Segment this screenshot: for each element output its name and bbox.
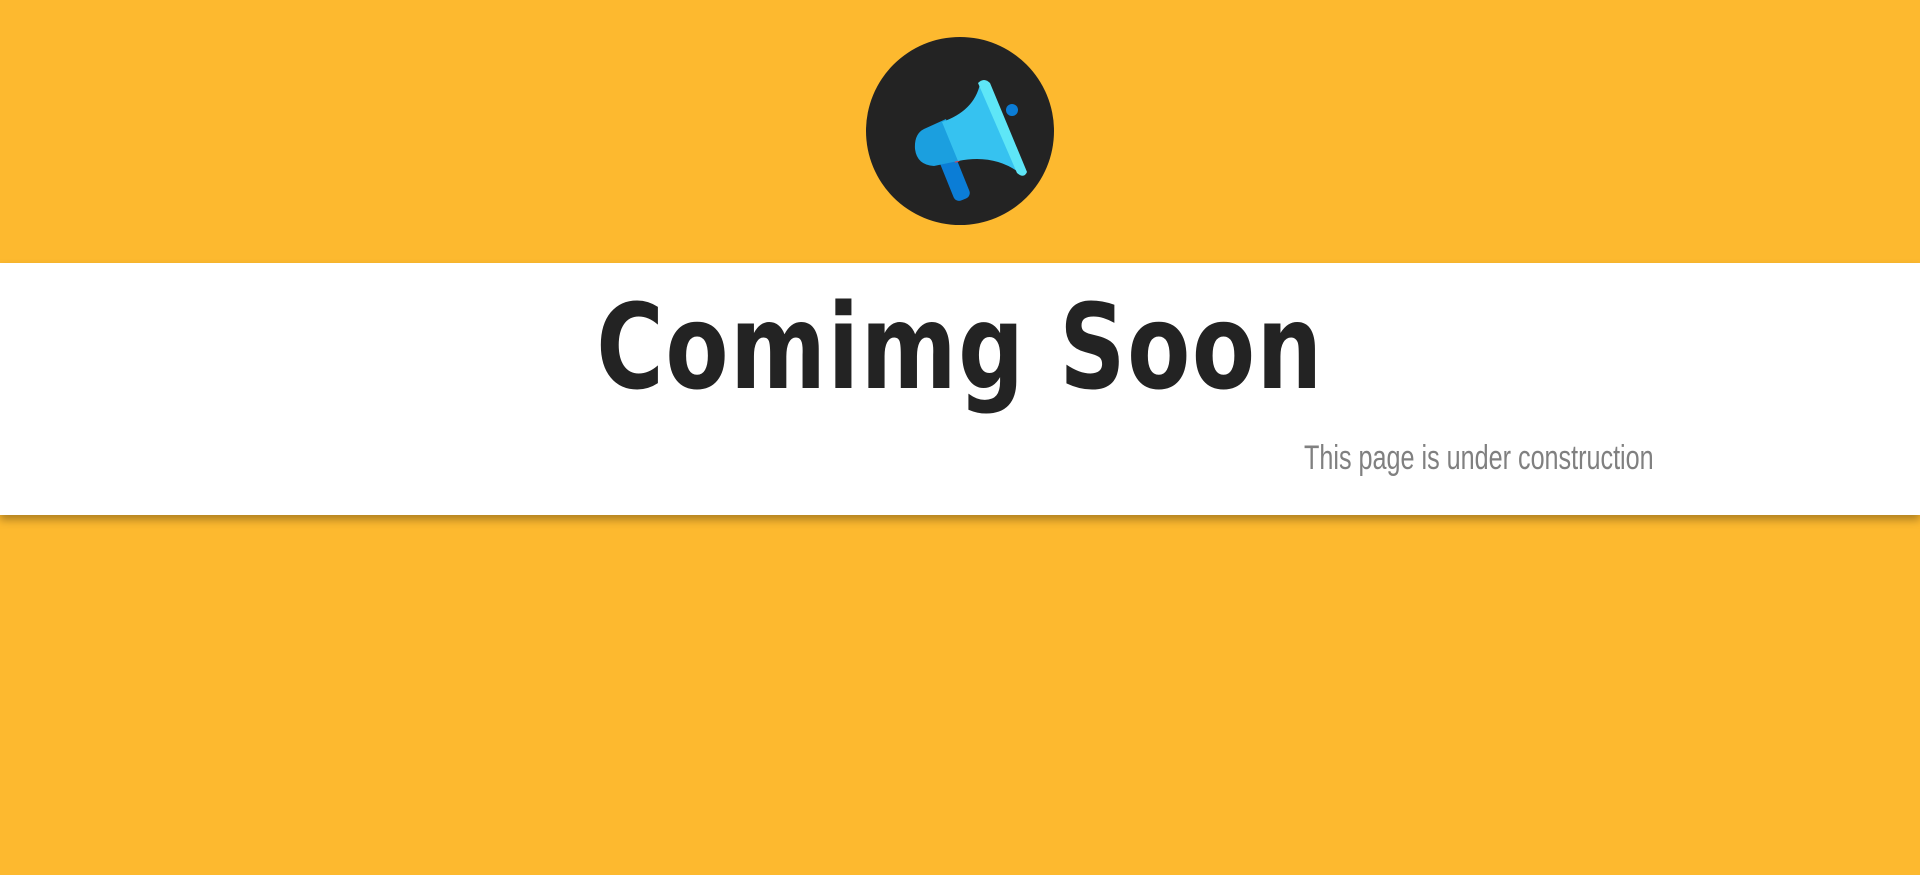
page-subtitle: This page is under construction: [1304, 439, 1654, 477]
page-title: Comimg Soon: [596, 278, 1324, 416]
logo-badge: [866, 37, 1054, 225]
megaphone-icon: [914, 80, 1027, 201]
coming-soon-banner: Comimg Soon This page is under construct…: [0, 263, 1920, 515]
